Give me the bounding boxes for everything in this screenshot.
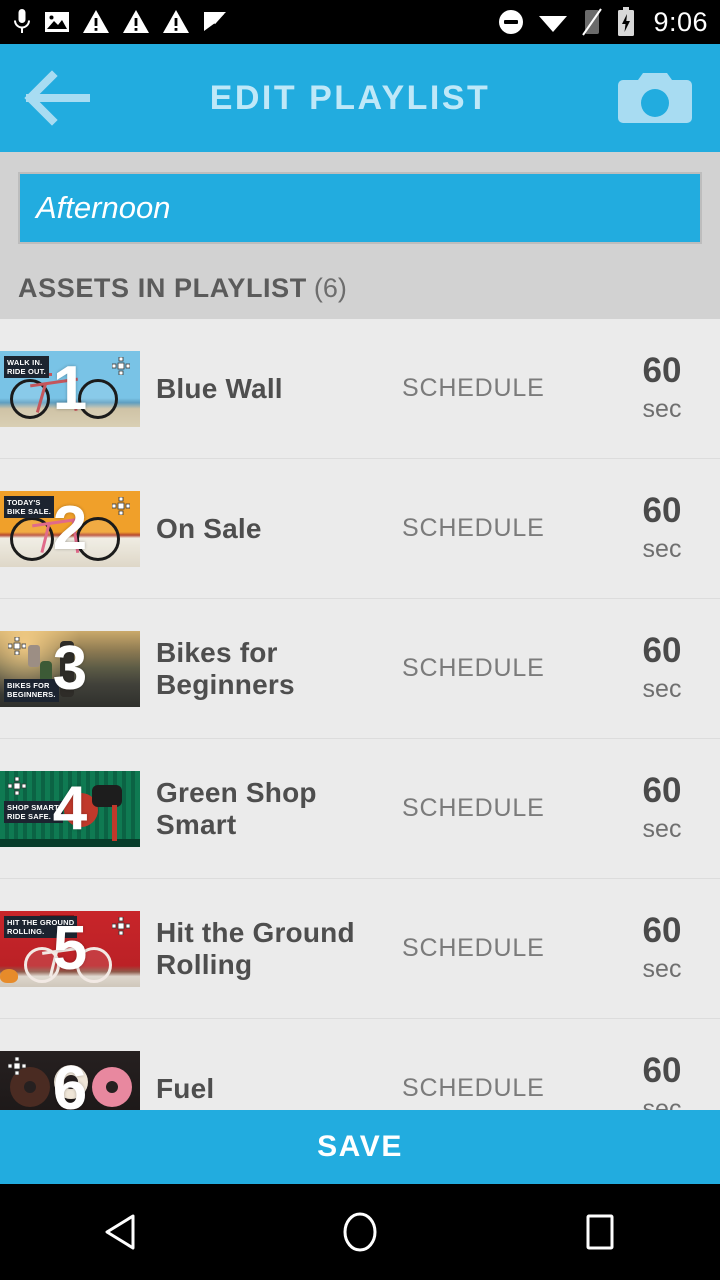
image-icon	[45, 12, 69, 32]
playlist-name-field-wrapper: Afternoon	[0, 152, 720, 257]
asset-duration-value: 60	[642, 910, 682, 950]
drag-handle-icon[interactable]	[8, 776, 26, 795]
asset-duration-value: 60	[642, 350, 682, 390]
asset-duration-value: 60	[642, 490, 682, 530]
asset-duration[interactable]: 60 sec	[612, 350, 720, 425]
asset-schedule-button[interactable]: SCHEDULE	[402, 654, 612, 683]
asset-schedule-button[interactable]: SCHEDULE	[402, 934, 612, 963]
asset-duration-unit: sec	[642, 1095, 682, 1110]
asset-thumbnail: BIKES FOR BEGINNERS. 3	[0, 630, 140, 707]
status-bar-left-icons	[12, 8, 228, 36]
list-item[interactable]: WALK IN. RIDE OUT. 1 Blue Wall SCHEDULE 6…	[0, 319, 720, 459]
app-bar: EDIT PLAYLIST	[0, 44, 720, 152]
asset-title: Bikes for Beginners	[156, 636, 295, 700]
nav-recents-square-icon	[586, 1214, 614, 1250]
battery-charging-icon	[618, 7, 635, 36]
android-navigation-bar	[0, 1184, 720, 1280]
asset-duration[interactable]: 60 sec	[612, 770, 720, 845]
list-item[interactable]: BIKES FOR BEGINNERS. 3 Bikes for Beginner…	[0, 599, 720, 739]
asset-duration-value: 60	[642, 1050, 682, 1090]
asset-schedule-button[interactable]: SCHEDULE	[402, 514, 612, 543]
asset-duration-unit: sec	[642, 535, 682, 564]
asset-title: Blue Wall	[156, 372, 283, 404]
warning-triangle-icon	[83, 10, 109, 33]
phone-screen: 9:06 EDIT PLAYLIST Afternoon ASSETS IN P…	[0, 0, 720, 1280]
assets-list[interactable]: WALK IN. RIDE OUT. 1 Blue Wall SCHEDULE 6…	[0, 319, 720, 1110]
microphone-icon	[14, 9, 30, 33]
asset-duration[interactable]: 60 sec	[612, 910, 720, 985]
flag-check-icon	[204, 12, 226, 31]
asset-thumbnail: HIT THE GROUND ROLLING. 5	[0, 910, 140, 987]
drag-handle-icon[interactable]	[8, 1056, 26, 1075]
asset-thumbnail: TODAY'S BIKE SALE. 2	[0, 490, 140, 567]
asset-duration-value: 60	[642, 630, 682, 670]
save-button[interactable]: SAVE	[0, 1110, 720, 1184]
asset-duration-unit: sec	[642, 675, 682, 704]
asset-thumbnail: 6	[0, 1050, 140, 1110]
drag-handle-icon[interactable]	[112, 356, 130, 375]
camera-icon	[618, 73, 692, 123]
asset-schedule-button[interactable]: SCHEDULE	[402, 1074, 612, 1103]
assets-section-header: ASSETS IN PLAYLIST (6)	[0, 257, 720, 319]
asset-title: Hit the Ground Rolling	[156, 916, 355, 980]
page-title: EDIT PLAYLIST	[209, 78, 491, 117]
assets-section-count: (6)	[313, 272, 347, 303]
asset-duration-unit: sec	[642, 815, 682, 844]
wifi-icon	[539, 16, 568, 32]
status-bar-right-icons: 9:06	[497, 7, 708, 37]
drag-handle-icon[interactable]	[112, 496, 130, 515]
asset-schedule-button[interactable]: SCHEDULE	[402, 374, 612, 403]
assets-section-title: ASSETS IN PLAYLIST	[18, 272, 307, 303]
back-arrow-icon	[24, 70, 90, 126]
list-item[interactable]: HIT THE GROUND ROLLING. 5 Hit the Ground …	[0, 879, 720, 1019]
asset-title: Fuel	[156, 1072, 215, 1104]
warning-triangle-icon	[163, 10, 189, 33]
asset-thumbnail: WALK IN. RIDE OUT. 1	[0, 350, 140, 427]
list-item[interactable]: SHOP SMART. RIDE SAFE. 4 Green Shop Smart…	[0, 739, 720, 879]
camera-button[interactable]	[590, 44, 720, 152]
do-not-disturb-icon	[499, 10, 524, 34]
no-sim-signal-icon	[582, 8, 603, 36]
playlist-name-value: Afternoon	[36, 190, 171, 225]
asset-title: Green Shop Smart	[156, 776, 317, 840]
back-button[interactable]	[0, 44, 110, 152]
nav-home-circle-icon	[343, 1212, 377, 1252]
warning-triangle-icon	[123, 10, 149, 33]
status-bar-clock: 9:06	[653, 6, 708, 37]
asset-duration[interactable]: 60 sec	[612, 1050, 720, 1110]
nav-back-triangle-icon	[105, 1214, 135, 1250]
asset-duration-unit: sec	[642, 955, 682, 984]
list-item[interactable]: 6 Fuel SCHEDULE 60 sec	[0, 1019, 720, 1110]
playlist-name-input[interactable]: Afternoon	[18, 172, 702, 244]
status-bar: 9:06	[0, 0, 720, 44]
asset-schedule-button[interactable]: SCHEDULE	[402, 794, 612, 823]
asset-duration-unit: sec	[642, 395, 682, 424]
nav-home-button[interactable]	[285, 1184, 435, 1280]
drag-handle-icon[interactable]	[8, 636, 26, 655]
asset-duration-value: 60	[642, 770, 682, 810]
asset-title: On Sale	[156, 512, 262, 544]
asset-thumbnail: SHOP SMART. RIDE SAFE. 4	[0, 770, 140, 847]
nav-back-button[interactable]	[45, 1184, 195, 1280]
asset-duration[interactable]: 60 sec	[612, 490, 720, 565]
asset-duration[interactable]: 60 sec	[612, 630, 720, 705]
nav-recents-button[interactable]	[525, 1184, 675, 1280]
drag-handle-icon[interactable]	[112, 916, 130, 935]
list-item[interactable]: TODAY'S BIKE SALE. 2 On Sale SCHEDULE 60 …	[0, 459, 720, 599]
save-button-label: SAVE	[317, 1130, 403, 1163]
